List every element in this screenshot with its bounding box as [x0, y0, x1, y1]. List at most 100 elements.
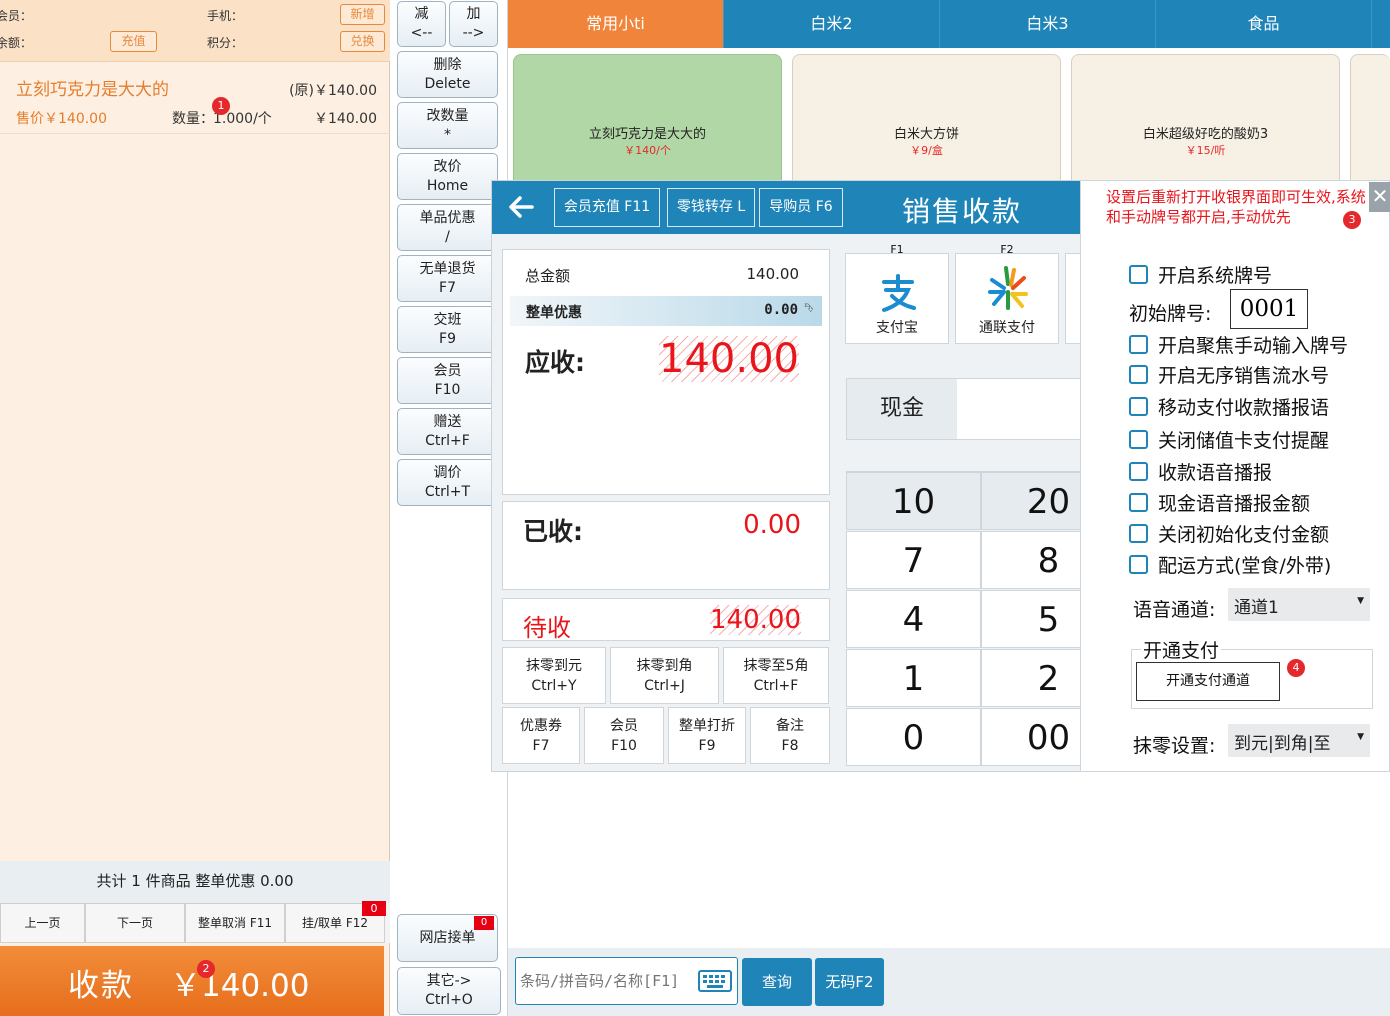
- category-tab-2[interactable]: 白米2: [724, 0, 940, 48]
- change-quantity-shortcut: *: [444, 126, 451, 143]
- rounding-setting-select[interactable]: 到元|到角|至 ▼: [1228, 724, 1370, 757]
- stored-card-reminder-checkbox[interactable]: [1129, 429, 1148, 449]
- open-payment-channel-button[interactable]: 开通支付通道: [1136, 662, 1280, 701]
- no-receipt-return-button[interactable]: 无单退货 F7: [397, 255, 498, 302]
- category-tab-3[interactable]: 白米3: [940, 0, 1156, 48]
- cash-label: 现金: [847, 379, 957, 439]
- mobile-pay-voice-checkbox[interactable]: [1129, 396, 1148, 416]
- member-recharge-button[interactable]: 会员充值 F11: [554, 188, 660, 227]
- shift-handover-button[interactable]: 交班 F9: [397, 306, 498, 353]
- keyboard-icon[interactable]: [698, 970, 732, 992]
- change-price-button[interactable]: 改价 Home: [397, 153, 498, 200]
- voice-channel-select[interactable]: 通道1 ▼: [1228, 588, 1370, 621]
- prev-page-button[interactable]: 上一页: [0, 903, 85, 943]
- item-discount-button[interactable]: 单品优惠 /: [397, 204, 498, 251]
- alipay-shortcut: F1: [890, 243, 904, 256]
- system-number-option[interactable]: 开启系统牌号: [1129, 261, 1272, 287]
- member-shortcut: F10: [434, 381, 461, 398]
- other-shortcut: Ctrl+O: [425, 992, 473, 1008]
- next-page-button[interactable]: 下一页: [85, 903, 185, 943]
- unordered-serial-option[interactable]: 开启无序销售流水号: [1129, 361, 1329, 387]
- product-price: ￥140/个: [624, 144, 671, 157]
- cash-voice-amount-checkbox[interactable]: [1129, 492, 1148, 512]
- focus-manual-number-checkbox[interactable]: [1129, 334, 1148, 354]
- no-receipt-return-shortcut: F7: [439, 279, 456, 296]
- numeric-keypad: 10 20 7 8 4 5 1 2 0 00: [846, 471, 1116, 766]
- round-to-yuan-button[interactable]: 抹零到元 Ctrl+Y: [502, 647, 606, 704]
- amount-paid: 0.00: [743, 510, 801, 540]
- category-tab-4[interactable]: 食品: [1156, 0, 1372, 48]
- keypad-key[interactable]: 7: [846, 531, 981, 589]
- new-member-button[interactable]: 新增: [340, 4, 385, 25]
- recharge-button[interactable]: 充值: [110, 31, 157, 52]
- keypad-key[interactable]: 4: [846, 590, 981, 648]
- sales-guide-button[interactable]: 导购员 F6: [759, 188, 843, 227]
- checkout-button[interactable]: 收款 ￥140.00 2: [0, 946, 384, 1016]
- item-quantity-label: 数量：: [172, 111, 214, 127]
- stored-card-reminder-option[interactable]: 关闭储值卡支付提醒: [1129, 426, 1329, 452]
- delete-button[interactable]: 删除 Delete: [397, 51, 498, 98]
- back-arrow-icon[interactable]: [506, 193, 536, 221]
- note-button[interactable]: 备注 F8: [750, 707, 830, 764]
- allinpay-button[interactable]: F2 通联支付: [955, 243, 1059, 344]
- coupon-shortcut: F7: [532, 737, 550, 754]
- cash-input[interactable]: [957, 379, 1083, 439]
- member-button[interactable]: 会员 F10: [584, 707, 664, 764]
- amount-remaining-box: 待收 140.00: [502, 598, 830, 642]
- change-quantity-button[interactable]: 改数量 *: [397, 102, 498, 149]
- alipay-button[interactable]: F1 支付宝: [845, 243, 949, 344]
- init-payment-amount-checkbox[interactable]: [1129, 523, 1148, 543]
- increase-button[interactable]: 加 -->: [449, 1, 498, 47]
- order-discount-button[interactable]: 整单打折 F9: [668, 707, 746, 764]
- product-card-partial[interactable]: [1350, 54, 1390, 188]
- checkout-amount: ￥140.00: [170, 968, 310, 1004]
- rounding-setting-value: 到元|到角|至: [1234, 734, 1331, 754]
- unordered-serial-checkbox[interactable]: [1129, 364, 1148, 384]
- order-discount-label: 整单打折: [679, 717, 735, 734]
- change-price-label: 改价: [433, 158, 462, 175]
- init-payment-amount-option[interactable]: 关闭初始化支付金额: [1129, 520, 1329, 546]
- cart-item[interactable]: 立刻巧克力是大大的 (原)￥140.00 售价￥140.00 数量： 1.000…: [0, 66, 390, 134]
- redeem-button[interactable]: 兑换: [340, 31, 385, 52]
- member-button[interactable]: 会员 F10: [397, 357, 498, 404]
- category-tabs: 常用小ti 白米2 白米3 食品: [508, 0, 1390, 48]
- coupon-button[interactable]: 优惠券 F7: [502, 707, 580, 764]
- focus-manual-number-option[interactable]: 开启聚焦手动输入牌号: [1129, 331, 1348, 357]
- item-discount-shortcut: /: [445, 228, 450, 245]
- amount-paid-box: 已收: 0.00: [502, 501, 830, 590]
- product-card[interactable]: 白米超级好吃的酸奶3 ￥15/听: [1071, 54, 1340, 188]
- member-label: 会员: [433, 362, 462, 379]
- query-button[interactable]: 查询: [742, 958, 812, 1006]
- amount-remaining: 140.00: [710, 605, 801, 635]
- start-number-input[interactable]: [1230, 289, 1308, 329]
- change-deposit-button[interactable]: 零钱转存 L: [667, 188, 755, 227]
- allinpay-icon: [984, 264, 1032, 312]
- category-tab-1[interactable]: 常用小ti: [508, 0, 724, 48]
- init-payment-amount-label: 关闭初始化支付金额: [1158, 523, 1330, 546]
- close-icon[interactable]: ✕: [1369, 182, 1390, 212]
- increase-label: 加: [466, 6, 481, 22]
- keypad-key[interactable]: 10: [846, 472, 981, 530]
- step-badge-2: 2: [197, 960, 215, 978]
- round-to-half-jiao-button[interactable]: 抹零至5角 Ctrl+F: [723, 647, 829, 704]
- keypad-key[interactable]: 1: [846, 649, 981, 707]
- decrease-button[interactable]: 减 <--: [397, 1, 446, 47]
- keypad-key[interactable]: 0: [846, 708, 981, 766]
- payment-voice-checkbox[interactable]: [1129, 461, 1148, 481]
- cash-voice-amount-option[interactable]: 现金语音播报金额: [1129, 489, 1310, 515]
- system-number-checkbox[interactable]: [1129, 264, 1148, 284]
- product-card[interactable]: 白米大方饼 ￥9/盒: [792, 54, 1061, 188]
- gift-button[interactable]: 赠送 Ctrl+F: [397, 408, 498, 455]
- payment-voice-option[interactable]: 收款语音播报: [1129, 458, 1272, 484]
- adjust-price-button[interactable]: 调价 Ctrl+T: [397, 459, 498, 506]
- no-code-button[interactable]: 无码F2: [815, 958, 884, 1006]
- round-to-jiao-button[interactable]: 抹零到角 Ctrl+J: [610, 647, 719, 704]
- mobile-pay-voice-option[interactable]: 移动支付收款播报语: [1129, 393, 1329, 419]
- product-card[interactable]: 立刻巧克力是大大的 ￥140/个: [513, 54, 782, 188]
- cancel-order-button[interactable]: 整单取消 F11: [185, 903, 285, 943]
- delivery-mode-option[interactable]: 配运方式(堂食/外带): [1129, 551, 1331, 577]
- delivery-mode-checkbox[interactable]: [1129, 554, 1148, 574]
- other-button[interactable]: 其它-> Ctrl+O: [397, 967, 501, 1015]
- online-orders-button[interactable]: 网店接单 0: [397, 914, 498, 962]
- discount-row[interactable]: 整单优惠 0.00 ⮷: [510, 296, 822, 326]
